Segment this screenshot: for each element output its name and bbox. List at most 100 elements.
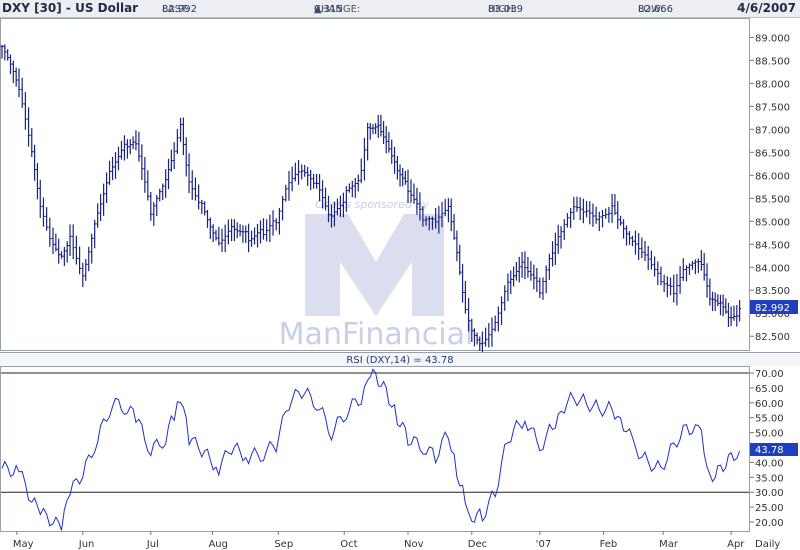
ohlc-bar xyxy=(669,277,673,296)
ohlc-bar xyxy=(553,232,557,265)
ohlc-bar xyxy=(732,305,736,321)
ohlc-bar xyxy=(633,230,637,255)
ohlc-bar xyxy=(646,245,650,271)
price-tick-label: 88.000 xyxy=(755,79,790,90)
ohlc-bar xyxy=(517,256,521,283)
ohlc-bar xyxy=(74,235,78,265)
ohlc-bar xyxy=(625,225,629,246)
ohlc-bar xyxy=(256,223,260,248)
ohlc-bar xyxy=(699,250,703,271)
ohlc-bar xyxy=(152,202,156,226)
ohlc-bar xyxy=(93,219,97,249)
ohlc-bar xyxy=(662,274,666,292)
ohlc-bar xyxy=(585,201,589,218)
ohlc-bar xyxy=(487,322,491,348)
ohlc-bar xyxy=(384,126,388,154)
ohlc-bar xyxy=(672,274,676,303)
ohlc-bar xyxy=(472,328,476,347)
price-tick-label: 82.500 xyxy=(755,332,790,343)
date-tick-label: Apr xyxy=(727,539,745,550)
ohlc-bar xyxy=(622,219,626,239)
ohlc-bar xyxy=(649,250,653,270)
ohlc-bar xyxy=(205,209,209,228)
rsi-reference-lines xyxy=(1,372,749,493)
ohlc-bar xyxy=(197,184,201,210)
ohlc-bar xyxy=(303,164,307,177)
ohlc-bar xyxy=(27,107,31,147)
ohlc-bar xyxy=(190,170,194,200)
ohlc-bar xyxy=(111,156,115,181)
ohlc-bar xyxy=(569,207,573,229)
ohlc-bar xyxy=(379,114,383,137)
ohlc-bar xyxy=(565,213,569,228)
ohlc-bar xyxy=(84,258,88,281)
ohlc-bar xyxy=(718,294,722,316)
ohlc-bar xyxy=(143,156,147,193)
ohlc-bar xyxy=(184,137,188,177)
ohlc-bar xyxy=(711,291,715,312)
ohlc-bar xyxy=(716,294,720,307)
ohlc-bar xyxy=(99,193,103,221)
ohlc-bar xyxy=(678,265,682,294)
ohlc-bar xyxy=(452,213,456,240)
ohlc-bar xyxy=(594,206,598,224)
ohlc-bar xyxy=(630,235,634,247)
ohlc-bar xyxy=(300,164,304,180)
ohlc-bar xyxy=(41,197,45,227)
ohlc-bar xyxy=(390,139,394,164)
ohlc-bar xyxy=(735,305,739,327)
ohlc-bar xyxy=(643,241,647,262)
ohlc-bar xyxy=(713,292,717,311)
ohlc-bar xyxy=(681,258,685,281)
chart-canvas: Charts sponsored by ManFinancial 82.500 8… xyxy=(0,18,800,550)
ohlc-bar xyxy=(290,166,294,192)
ohlc-bar xyxy=(284,184,288,202)
date-tick-label: Jun xyxy=(78,539,95,550)
ohlc-bar xyxy=(551,241,555,267)
ohlc-bar xyxy=(616,201,620,230)
ohlc-bar xyxy=(656,261,660,286)
ohlc-bar xyxy=(208,217,212,239)
ohlc-bar xyxy=(607,206,611,223)
ohlc-bar xyxy=(514,261,518,281)
ohlc-bar xyxy=(696,258,700,274)
ohlc-bar xyxy=(446,198,450,223)
ohlc-bar xyxy=(653,256,657,277)
ohlc-bar xyxy=(164,169,168,198)
ohlc-bar xyxy=(155,194,159,217)
ohlc-bar xyxy=(78,246,82,275)
ohlc-bar xyxy=(277,207,281,235)
ohlc-bar xyxy=(30,128,34,157)
ohlc-bar xyxy=(526,256,530,278)
ohlc-bar xyxy=(11,60,15,84)
ohlc-bar xyxy=(538,277,542,298)
ohlc-bar xyxy=(48,217,52,247)
price-tick-label: 86.500 xyxy=(755,148,790,159)
rsi-tick-label: 20.00 xyxy=(755,518,784,529)
ohlc-bar xyxy=(71,224,75,260)
ohlc-bar xyxy=(312,173,316,189)
ohlc-bar xyxy=(81,262,85,287)
ohlc-bar xyxy=(496,306,500,332)
ohlc-bar xyxy=(33,144,37,181)
price-tick-label: 87.000 xyxy=(755,125,790,136)
ohlc-bar xyxy=(211,224,215,243)
ohlc-bar xyxy=(203,201,207,216)
rsi-tick-label: 30.00 xyxy=(755,488,784,499)
ohlc-bar xyxy=(547,253,551,280)
ohlc-bar xyxy=(131,136,135,149)
ohlc-bar xyxy=(161,183,165,201)
ohlc-bar xyxy=(146,170,150,201)
ohlc-bar xyxy=(665,276,669,298)
ohlc-bar xyxy=(116,146,120,171)
ohlc-bar xyxy=(232,219,236,242)
ohlc-bar xyxy=(87,246,91,272)
ohlc-bar xyxy=(114,152,118,179)
ohlc-bar xyxy=(371,123,375,135)
ohlc-bar xyxy=(619,215,623,226)
ohlc-bar xyxy=(45,207,49,231)
ohlc-bar xyxy=(535,267,539,292)
ohlc-bar xyxy=(463,280,467,314)
ohlc-bar xyxy=(38,179,42,218)
ohlc-bar xyxy=(455,230,459,262)
